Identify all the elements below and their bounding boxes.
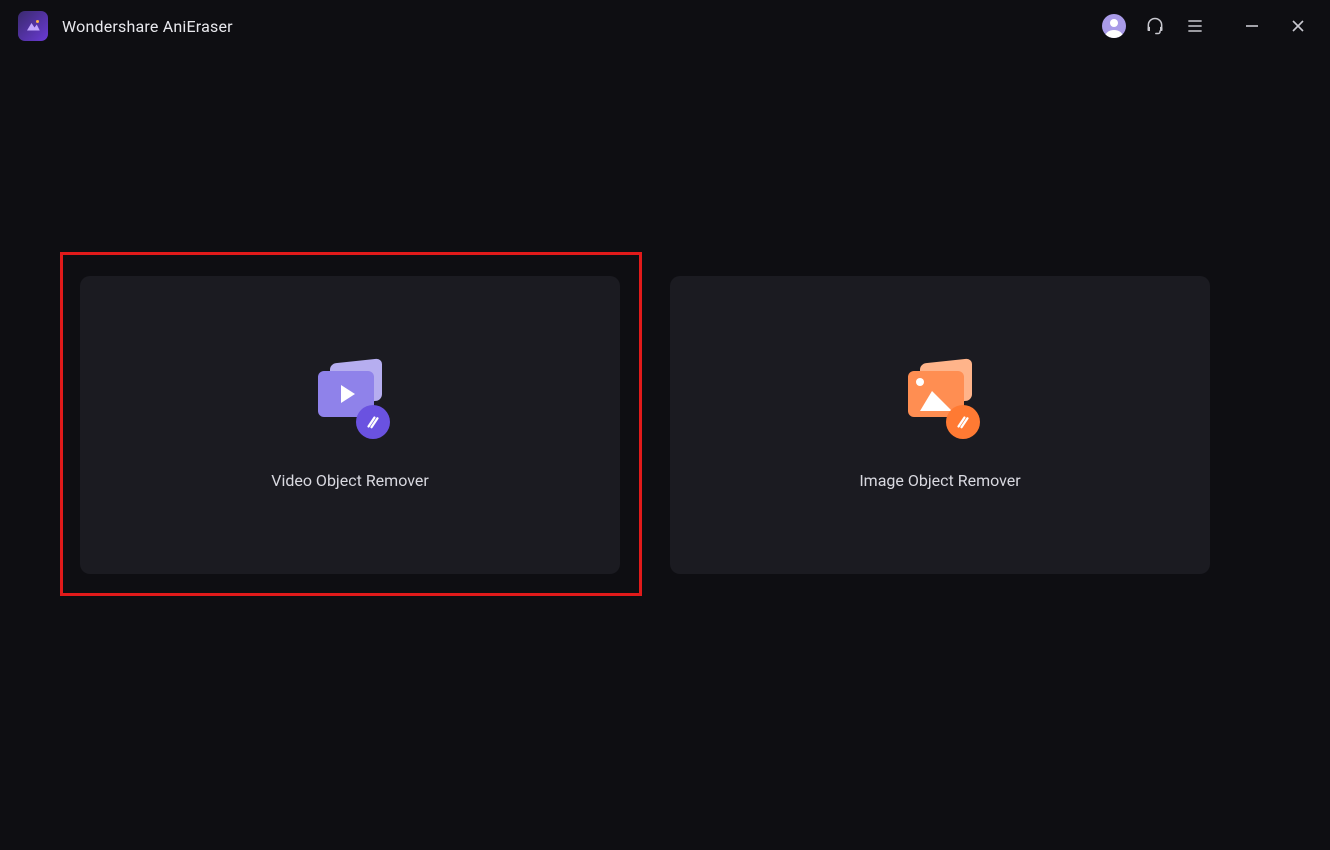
close-button[interactable] xyxy=(1284,12,1312,40)
minimize-button[interactable] xyxy=(1238,12,1266,40)
image-object-remover-card[interactable]: Image Object Remover xyxy=(670,276,1210,574)
image-eraser-icon xyxy=(900,361,980,439)
video-eraser-icon xyxy=(310,361,390,439)
main-card-area: Video Object Remover Image Object Remove… xyxy=(80,276,1250,574)
support-headset-icon[interactable] xyxy=(1144,15,1166,37)
image-card-label: Image Object Remover xyxy=(859,471,1020,490)
video-object-remover-card[interactable]: Video Object Remover xyxy=(80,276,620,574)
video-card-label: Video Object Remover xyxy=(271,471,429,490)
hamburger-menu-icon[interactable] xyxy=(1184,15,1206,37)
app-logo-icon xyxy=(18,11,48,41)
video-card-wrapper: Video Object Remover xyxy=(80,276,620,574)
image-card-wrapper: Image Object Remover xyxy=(670,276,1210,574)
user-avatar-icon[interactable] xyxy=(1102,14,1126,38)
titlebar-controls xyxy=(1102,12,1312,40)
app-title: Wondershare AniEraser xyxy=(62,17,233,36)
titlebar: Wondershare AniEraser xyxy=(0,0,1330,52)
